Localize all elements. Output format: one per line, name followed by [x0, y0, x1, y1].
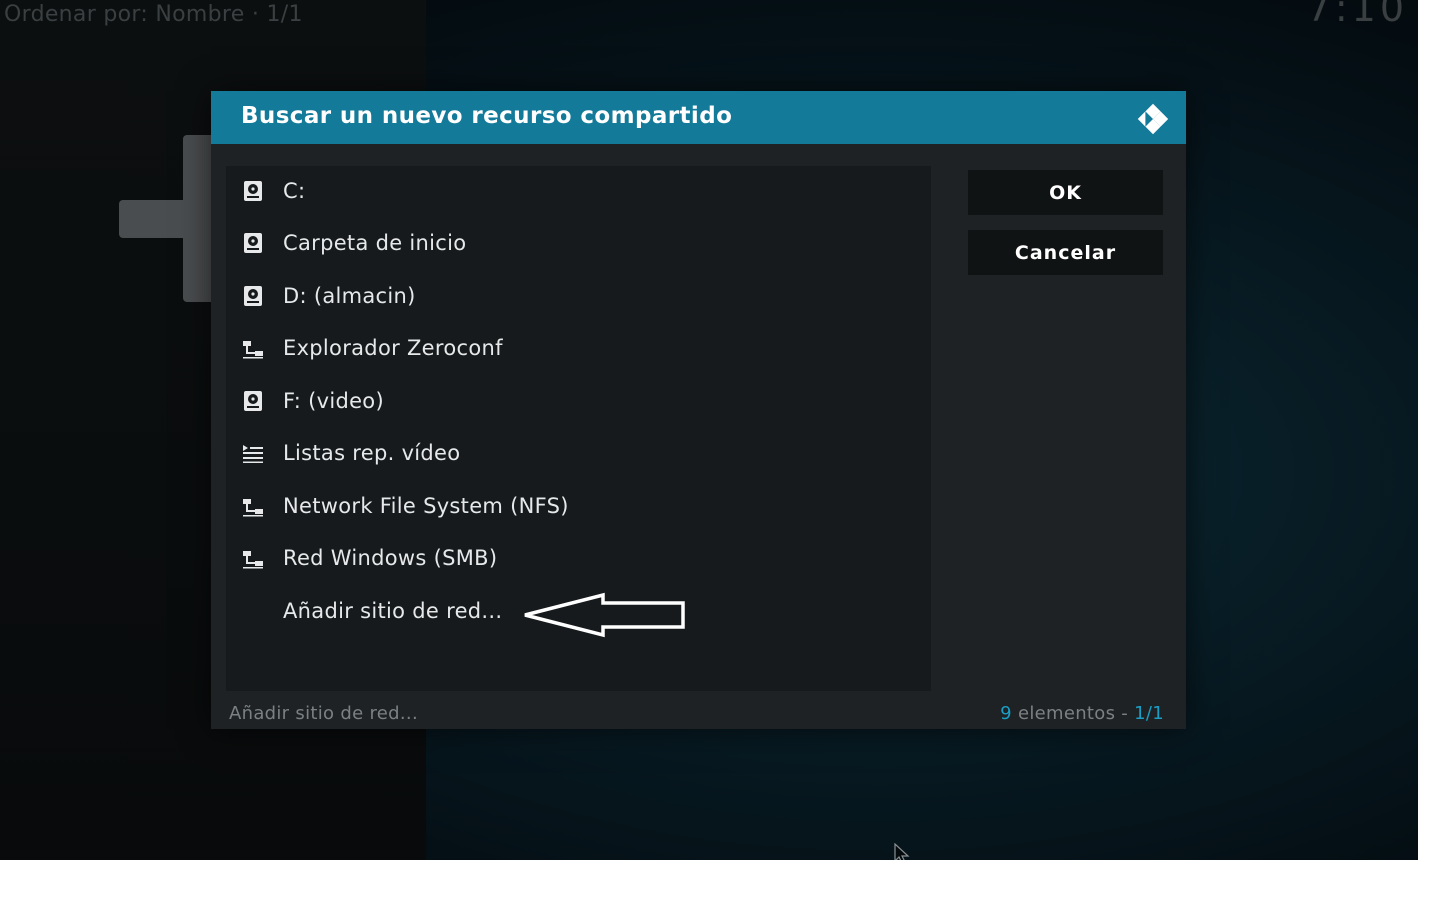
- item-count: 9 elementos - 1/1: [1000, 703, 1164, 724]
- list-item-video-playlists[interactable]: Listas rep. vídeo: [226, 428, 931, 480]
- item-count-number: 9: [1000, 703, 1012, 724]
- list-item-smb[interactable]: Red Windows (SMB): [226, 533, 931, 585]
- list-item-label: Listas rep. vídeo: [283, 441, 461, 465]
- network-icon: [243, 341, 263, 359]
- list-item-label: Añadir sitio de red...: [283, 599, 503, 623]
- sort-page: 1/1: [266, 2, 303, 27]
- list-item-nfs[interactable]: Network File System (NFS): [226, 481, 931, 533]
- list-item-label: D: (almacin): [283, 284, 416, 308]
- annotation-arrow-icon: [524, 592, 685, 638]
- mouse-cursor-icon: [894, 843, 910, 860]
- hard-drive-icon: [244, 391, 262, 411]
- kodi-logo-icon[interactable]: [1134, 100, 1172, 138]
- network-icon: [243, 499, 263, 517]
- sort-label: Ordenar por: Nombre: [4, 2, 245, 27]
- list-item-label: F: (video): [283, 389, 384, 413]
- dialog-header: Buscar un nuevo recurso compartido: [211, 91, 1186, 144]
- dialog-title: Buscar un nuevo recurso compartido: [241, 103, 733, 129]
- playlist-icon: [243, 445, 263, 463]
- hard-drive-icon: [244, 181, 262, 201]
- hard-drive-icon: [244, 233, 262, 253]
- sort-separator: ·: [251, 2, 260, 27]
- list-item-label: Network File System (NFS): [283, 494, 569, 518]
- add-source-plus-icon-bar: [119, 200, 219, 238]
- list-item-label: Red Windows (SMB): [283, 546, 498, 570]
- ok-button[interactable]: OK: [968, 170, 1163, 215]
- list-item-f[interactable]: F: (video): [226, 376, 931, 428]
- list-item-zeroconf[interactable]: Explorador Zeroconf: [226, 323, 931, 375]
- list-item-d[interactable]: D: (almacin): [226, 271, 931, 323]
- item-count-label: elementos -: [1011, 703, 1135, 724]
- list-item-label: C:: [283, 179, 306, 203]
- cancel-button[interactable]: Cancelar: [968, 230, 1163, 275]
- list-item-home-folder[interactable]: Carpeta de inicio: [226, 218, 931, 270]
- network-icon: [243, 551, 263, 569]
- list-item-label: Carpeta de inicio: [283, 231, 467, 255]
- sort-info: Ordenar por: Nombre · 1/1: [4, 2, 303, 27]
- list-item-c[interactable]: C:: [226, 166, 931, 218]
- clock: 7:10: [1306, 0, 1408, 30]
- list-item-label: Explorador Zeroconf: [283, 336, 503, 360]
- footer-hint: Añadir sitio de red...: [229, 703, 418, 724]
- hard-drive-icon: [244, 286, 262, 306]
- kodi-screen: Ordenar por: Nombre · 1/1 7:10 Buscar un…: [0, 0, 1418, 860]
- browse-share-dialog: Buscar un nuevo recurso compartido C: Ca…: [211, 91, 1186, 729]
- item-count-page: 1/1: [1134, 703, 1164, 724]
